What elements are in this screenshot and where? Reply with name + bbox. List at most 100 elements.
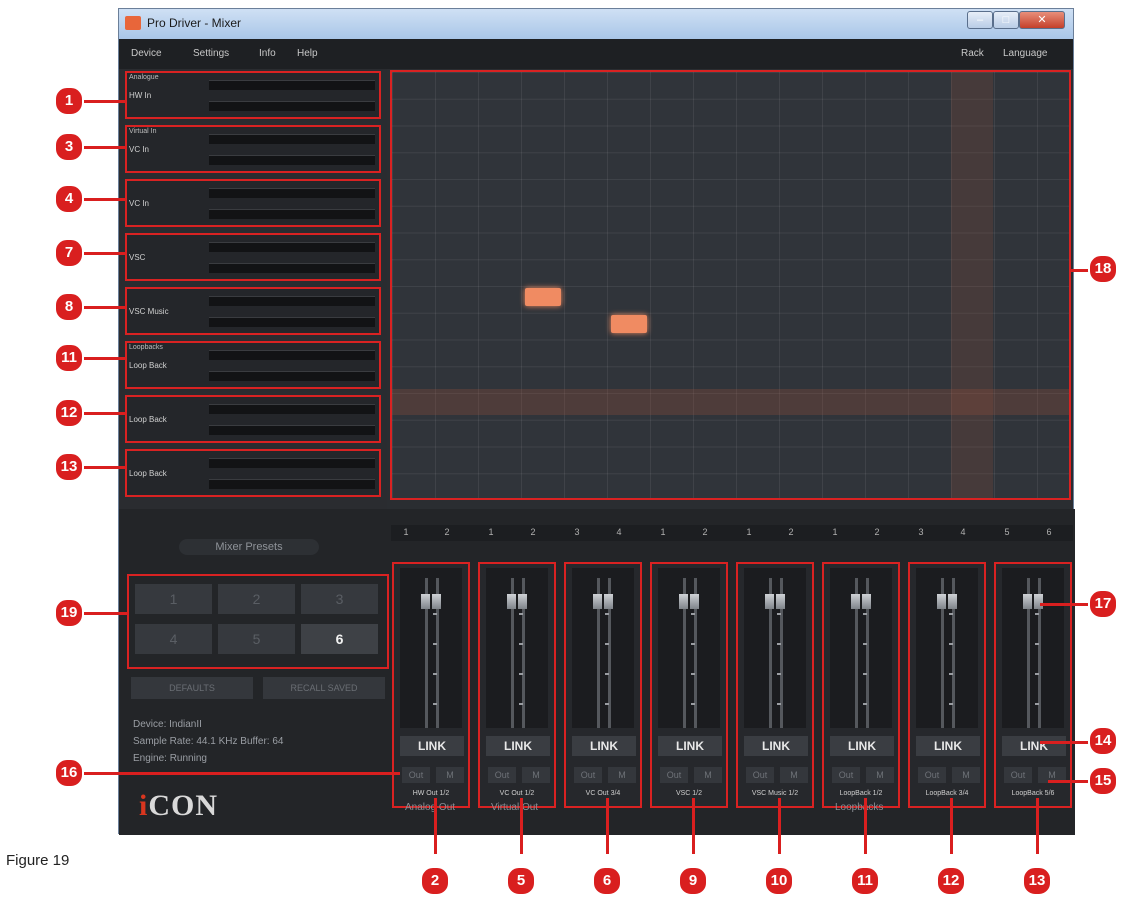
callout-badge: 13 xyxy=(54,452,84,482)
callout-badge: 9 xyxy=(678,866,708,896)
fader-area xyxy=(916,568,978,728)
routing-cell-active[interactable] xyxy=(525,288,561,306)
fader-tick xyxy=(863,613,867,615)
callout-arrow xyxy=(80,306,126,309)
callout-arrow xyxy=(80,772,400,775)
minimize-button[interactable]: – xyxy=(967,11,993,29)
callout-arrow xyxy=(80,146,126,149)
fader-knob[interactable] xyxy=(679,594,688,609)
fader-tick xyxy=(863,643,867,645)
fader-tick xyxy=(777,703,781,705)
fader-knob[interactable] xyxy=(604,594,613,609)
input-name: Loop Back xyxy=(129,469,167,478)
fader-knob[interactable] xyxy=(593,594,602,609)
link-button[interactable]: LINK xyxy=(486,736,550,756)
callout-badge: 12 xyxy=(936,866,966,896)
recall-saved-button[interactable]: RECALL SAVED xyxy=(263,677,385,699)
input-name: VC In xyxy=(129,145,150,154)
channel-number: 2 xyxy=(702,527,708,537)
callout-badge: 4 xyxy=(54,184,84,214)
close-icon: ✕ xyxy=(1037,14,1047,26)
menu-device[interactable]: Device xyxy=(131,48,162,59)
sample-rate-info: Sample Rate: 44.1 KHz Buffer: 64 xyxy=(133,736,284,747)
solo-button[interactable]: Out xyxy=(918,767,946,783)
fader-knob[interactable] xyxy=(937,594,946,609)
mixer-presets-title: Mixer Presets xyxy=(179,539,319,555)
link-button[interactable]: LINK xyxy=(1002,736,1066,756)
menu-info[interactable]: Info xyxy=(259,48,276,59)
fader-tick xyxy=(519,643,523,645)
fader-knob[interactable] xyxy=(862,594,871,609)
solo-button[interactable]: Out xyxy=(574,767,602,783)
solo-button[interactable]: Out xyxy=(402,767,430,783)
preset-button-4[interactable]: 4 xyxy=(135,624,212,654)
mute-button[interactable]: M xyxy=(522,767,550,783)
link-button[interactable]: LINK xyxy=(744,736,808,756)
solo-button[interactable]: Out xyxy=(660,767,688,783)
fader-knob[interactable] xyxy=(1034,594,1043,609)
fader-knob[interactable] xyxy=(518,594,527,609)
preset-button-3[interactable]: 3 xyxy=(301,584,378,614)
fader-knob[interactable] xyxy=(851,594,860,609)
fader-knob[interactable] xyxy=(765,594,774,609)
mute-button[interactable]: M xyxy=(608,767,636,783)
channel-number: 2 xyxy=(874,527,880,537)
maximize-button[interactable]: □ xyxy=(993,11,1019,29)
defaults-button[interactable]: DEFAULTS xyxy=(131,677,253,699)
menu-settings[interactable]: Settings xyxy=(193,48,229,59)
window-title: Pro Driver - Mixer xyxy=(147,16,242,30)
solo-button[interactable]: Out xyxy=(832,767,860,783)
solo-button[interactable]: Out xyxy=(488,767,516,783)
close-button[interactable]: ✕ xyxy=(1019,11,1065,29)
callout-arrow xyxy=(950,798,953,854)
input-name: Loop Back xyxy=(129,361,167,370)
fader-knob[interactable] xyxy=(421,594,430,609)
fader-knob[interactable] xyxy=(507,594,516,609)
mute-button[interactable]: M xyxy=(952,767,980,783)
mute-button[interactable]: M xyxy=(694,767,722,783)
fader-knob[interactable] xyxy=(432,594,441,609)
routing-matrix[interactable] xyxy=(390,70,1071,500)
link-button[interactable]: LINK xyxy=(572,736,636,756)
fader-knob[interactable] xyxy=(690,594,699,609)
callout-badge: 5 xyxy=(506,866,536,896)
fader-knob[interactable] xyxy=(1023,594,1032,609)
preset-button-2[interactable]: 2 xyxy=(218,584,295,614)
link-button[interactable]: LINK xyxy=(658,736,722,756)
menu-language[interactable]: Language xyxy=(1003,48,1048,59)
link-button[interactable]: LINK xyxy=(830,736,894,756)
level-bar xyxy=(209,263,375,273)
mute-button[interactable]: M xyxy=(866,767,894,783)
menu-rack[interactable]: Rack xyxy=(961,48,984,59)
solo-button[interactable]: Out xyxy=(1004,767,1032,783)
callout-badge: 7 xyxy=(54,238,84,268)
mute-button[interactable]: M xyxy=(436,767,464,783)
input-meter: Analogue HW In xyxy=(125,71,381,119)
preset-button-6[interactable]: 6 xyxy=(301,624,378,654)
strip-label: VSC Music 1/2 xyxy=(751,790,799,797)
logo-i: i xyxy=(139,789,149,822)
fader-tick xyxy=(691,673,695,675)
menu-bar: Device Settings Info Help Rack Language xyxy=(119,39,1073,69)
fader-tick xyxy=(605,703,609,705)
fader-knob[interactable] xyxy=(948,594,957,609)
routing-cell-active[interactable] xyxy=(611,315,647,333)
preset-button-5[interactable]: 5 xyxy=(218,624,295,654)
solo-button[interactable]: Out xyxy=(746,767,774,783)
callout-badge: 1 xyxy=(54,86,84,116)
callout-badge: 19 xyxy=(54,598,84,628)
highlight-row xyxy=(392,389,1069,415)
fader-tick xyxy=(433,613,437,615)
menu-help[interactable]: Help xyxy=(297,48,318,59)
callout-badge: 3 xyxy=(54,132,84,162)
fader-knob[interactable] xyxy=(776,594,785,609)
input-group-label: Virtual In xyxy=(129,128,157,135)
fader-tick xyxy=(605,613,609,615)
link-button[interactable]: LINK xyxy=(916,736,980,756)
output-strip: LINK Out M HW Out 1/2 xyxy=(392,562,470,808)
preset-button-1[interactable]: 1 xyxy=(135,584,212,614)
strip-label: LoopBack 3/4 xyxy=(925,790,969,797)
level-bar xyxy=(209,371,375,381)
link-button[interactable]: LINK xyxy=(400,736,464,756)
mute-button[interactable]: M xyxy=(780,767,808,783)
